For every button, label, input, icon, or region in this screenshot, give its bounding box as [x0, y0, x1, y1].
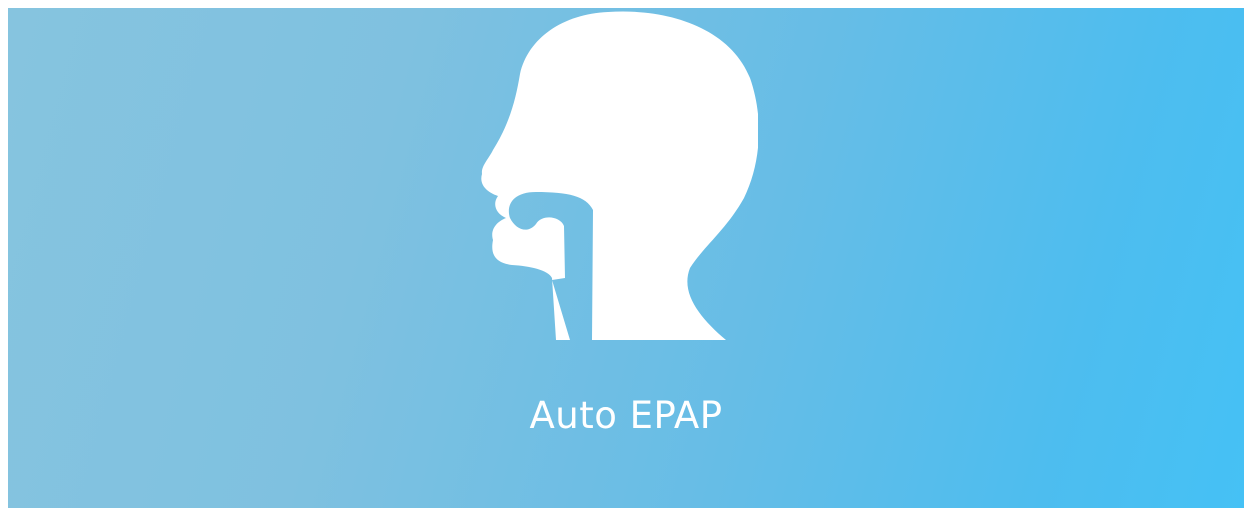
feature-slide: Auto EPAP: [8, 8, 1244, 508]
feature-caption: Auto EPAP: [529, 394, 723, 437]
head-airway-profile-icon: [481, 11, 758, 340]
screen-frame: Auto EPAP: [0, 0, 1246, 508]
